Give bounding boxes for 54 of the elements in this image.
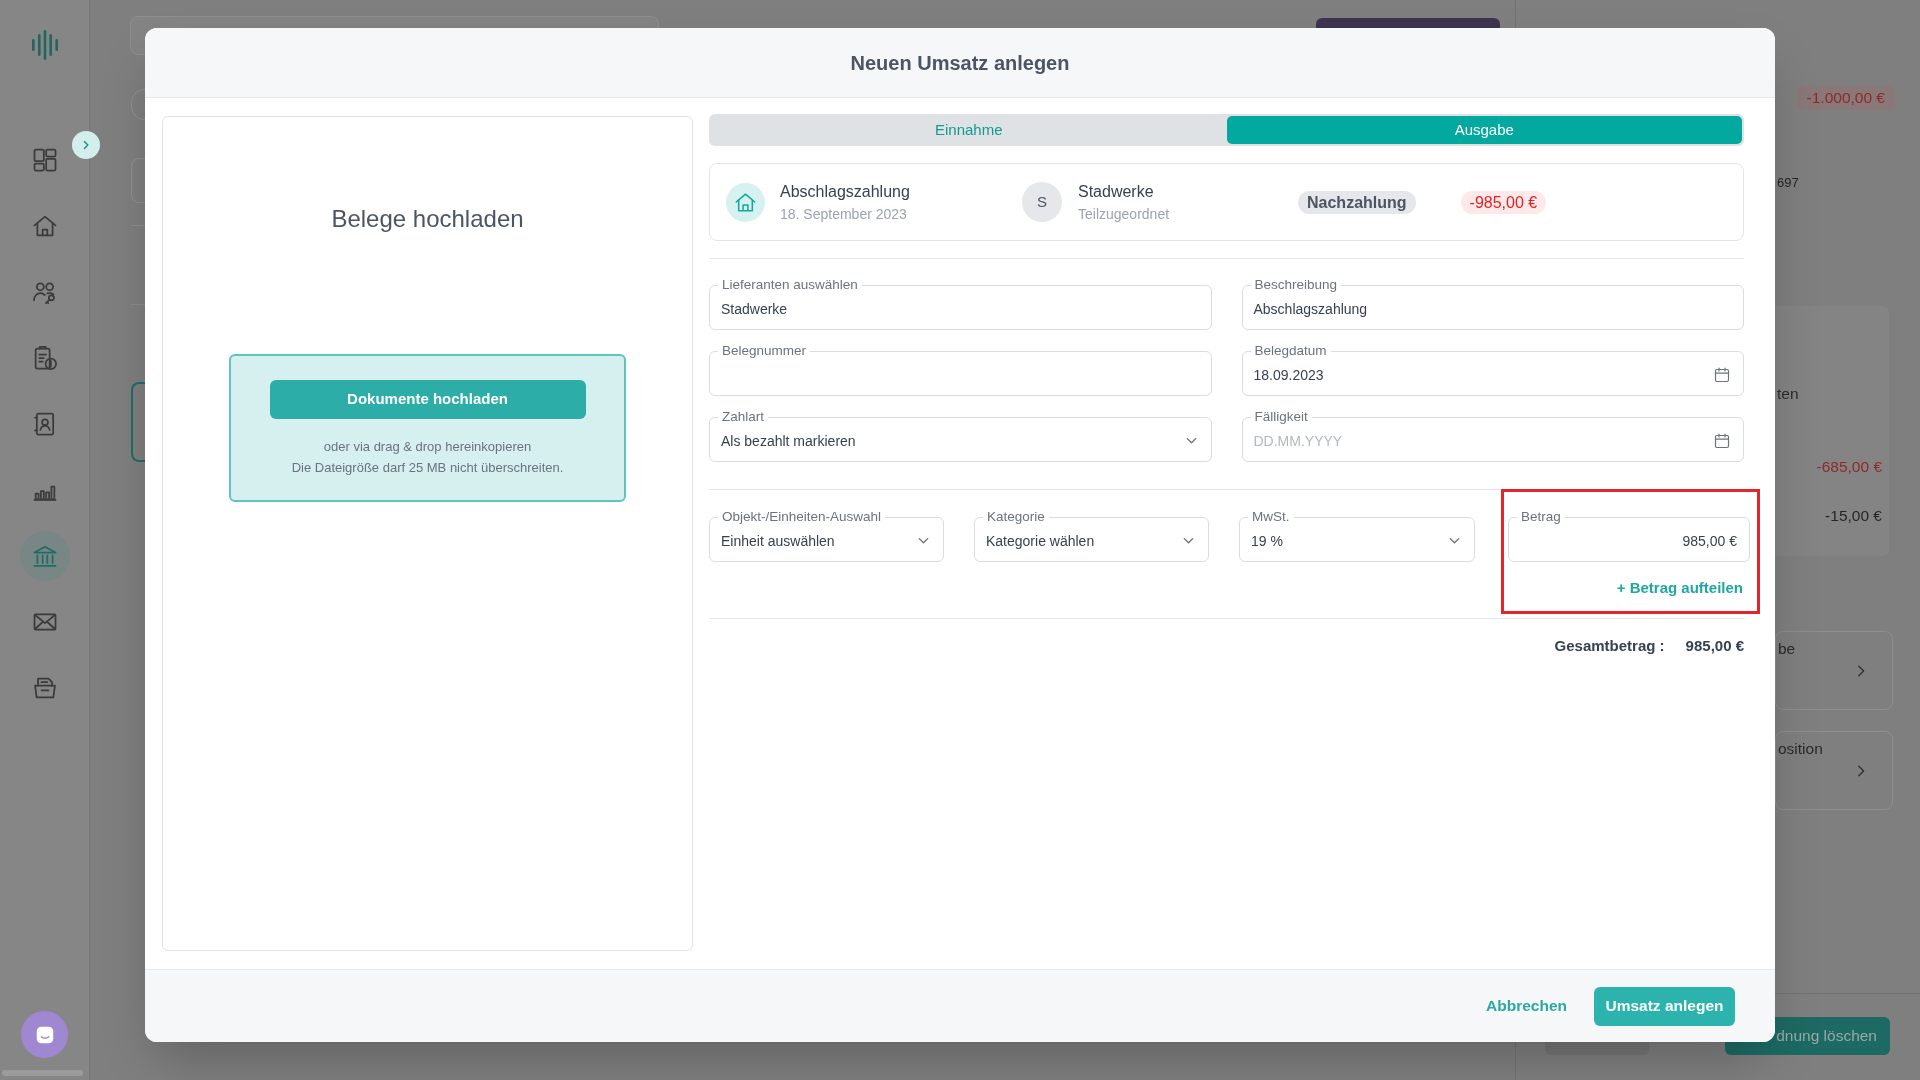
calendar-icon bbox=[1713, 431, 1731, 450]
upload-hint: Die Dateigröße darf 25 MB nicht überschreiten. bbox=[291, 459, 564, 477]
field-label: Beschreibung bbox=[1253, 277, 1339, 293]
amount-field[interactable]: Betrag 985,00 € bbox=[1508, 509, 1750, 562]
chat-button[interactable] bbox=[21, 1011, 68, 1058]
field-label: Lieferanten auswählen bbox=[721, 277, 859, 293]
transaction-date: 18. September 2023 bbox=[780, 204, 908, 223]
field-label: Objekt-/Einheiten-Auswahl bbox=[721, 509, 883, 525]
house-icon bbox=[726, 182, 765, 222]
calendar-icon bbox=[1713, 365, 1731, 384]
reference-number: 697 bbox=[1777, 175, 1799, 191]
card-title: osition bbox=[1777, 739, 1823, 759]
cancel-button[interactable]: Abbrechen bbox=[1474, 986, 1579, 1026]
logo-icon bbox=[29, 30, 60, 60]
upload-button[interactable]: Dokumente hochladen bbox=[269, 380, 586, 419]
assignment-status: Teilzugeordnet bbox=[1078, 204, 1170, 223]
tab[interactable]: Ausgabe bbox=[1226, 116, 1742, 144]
split-amount-link[interactable]: + Betrag aufteilen bbox=[1616, 579, 1743, 596]
text-field[interactable]: Belegnummer bbox=[709, 343, 1212, 396]
transaction-title: Abschlagszahlung bbox=[780, 181, 910, 202]
dropdown[interactable]: Kategorie Kategorie wählen bbox=[974, 509, 1209, 562]
category-tag: Nachzahlung bbox=[1298, 190, 1416, 214]
field-label: Fälligkeit bbox=[1253, 409, 1309, 425]
upload-hint: oder via drag & drop hereinkopieren bbox=[323, 438, 532, 456]
field-label: Belegnummer bbox=[721, 343, 808, 359]
tab[interactable]: Einnahme bbox=[711, 116, 1227, 144]
summary-label: ten bbox=[1776, 385, 1799, 403]
text-field[interactable]: Beschreibung Abschlagszahlung bbox=[1241, 277, 1744, 330]
dropdown[interactable]: Zahlart Als bezahlt markieren bbox=[709, 409, 1212, 462]
field-label: MwSt. bbox=[1251, 509, 1291, 525]
amount-badge: -985,00 € bbox=[1460, 190, 1547, 214]
expand-button[interactable] bbox=[72, 131, 100, 159]
contact-name: Stadwerke bbox=[1078, 181, 1155, 202]
text-field[interactable]: Lieferanten auswählen Stadwerke bbox=[709, 277, 1212, 330]
total-label: Gesamtbetrag : bbox=[1554, 636, 1665, 656]
modal-title: Neuen Umsatz anlegen bbox=[850, 50, 1070, 76]
field-label: Betrag bbox=[1520, 509, 1562, 525]
total-amount: 985,00 € bbox=[1685, 636, 1744, 656]
sidebar-item[interactable] bbox=[19, 531, 70, 581]
card-title: be bbox=[1777, 639, 1796, 659]
field-label: Zahlart bbox=[721, 409, 766, 425]
submit-button[interactable]: Umsatz anlegen bbox=[1594, 986, 1735, 1026]
drop-zone[interactable]: Dokumente hochladen oder via drag & drop hereinkopieren Die Dateigröße darf 25 MB nicht überschreiten. bbox=[229, 354, 626, 502]
date-field[interactable]: Belegdatum 18.09.2023 bbox=[1241, 343, 1744, 396]
date-field[interactable]: Fälligkeit DD.MM.YYYY bbox=[1241, 409, 1744, 462]
field-label: Belegdatum bbox=[1253, 343, 1328, 359]
contact-avatar: S bbox=[1022, 182, 1062, 222]
dropdown[interactable]: Objekt-/Einheiten-Auswahl Einheit auswählen bbox=[709, 509, 944, 562]
summary-amount: -15,00 € bbox=[1825, 507, 1883, 525]
field-label: Kategorie bbox=[986, 509, 1046, 525]
summary-amount: -685,00 € bbox=[1816, 458, 1883, 476]
amount-badge: -1.000,00 € bbox=[1796, 86, 1895, 110]
dropdown[interactable]: MwSt. 19 % bbox=[1239, 509, 1475, 562]
upload-title: Belege hochladen bbox=[331, 204, 524, 234]
